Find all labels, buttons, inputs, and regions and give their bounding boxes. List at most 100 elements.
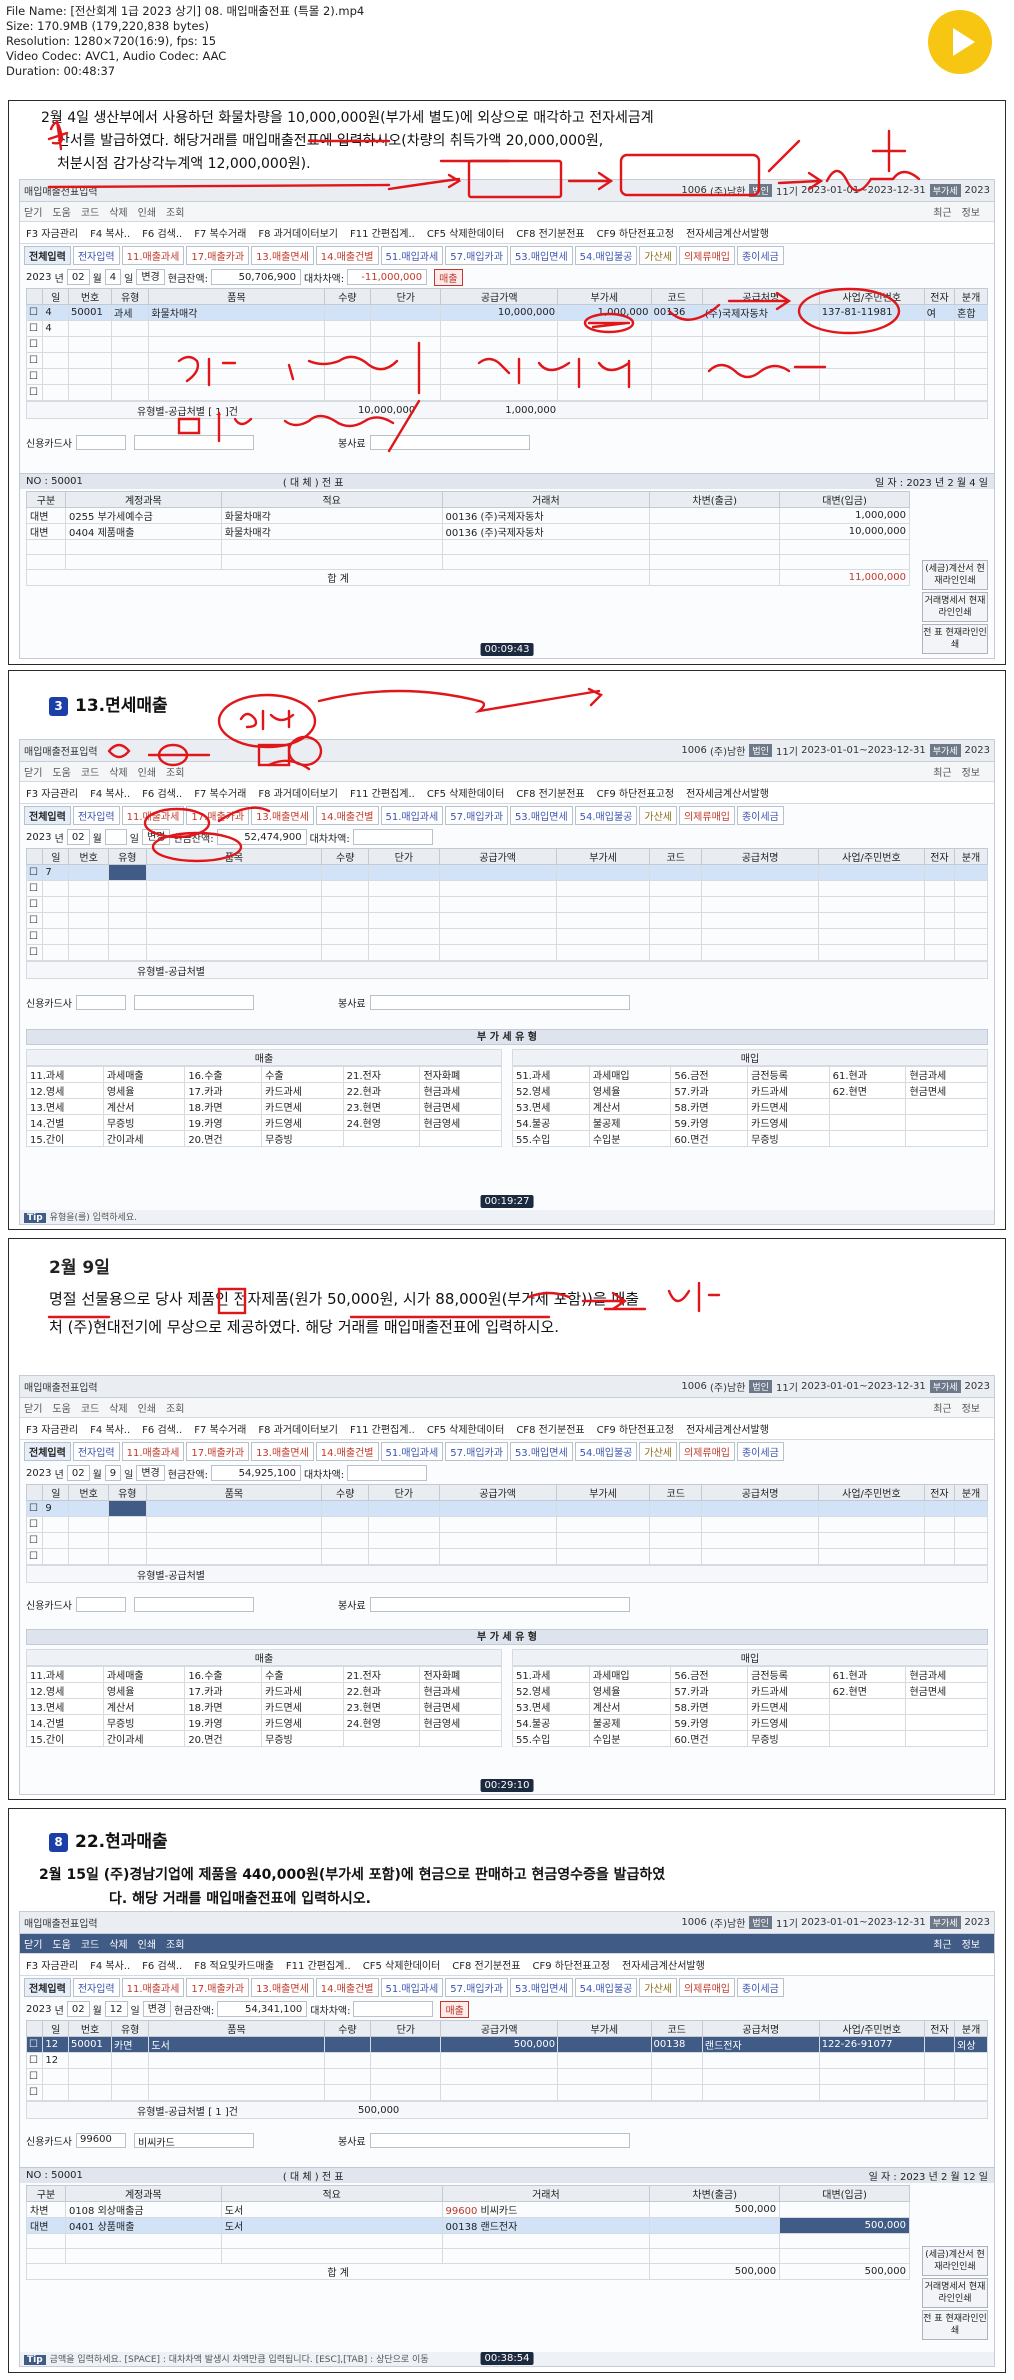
- month-select[interactable]: 02: [66, 829, 90, 845]
- fkey-f11[interactable]: F11 간편집계..: [350, 1421, 415, 1436]
- print-voucher-button[interactable]: 전 표 현재라인인쇄: [922, 624, 988, 654]
- table-row[interactable]: ☐: [25, 1548, 988, 1565]
- delete-button[interactable]: 삭제: [109, 764, 127, 779]
- e-invoice-button[interactable]: 전자세금계산서발행: [622, 1957, 705, 1972]
- tab-13[interactable]: 13.매출면세: [251, 1977, 314, 1997]
- tab-11[interactable]: 11.매출과세: [121, 805, 185, 825]
- voucher-row[interactable]: 대변 0404 제품매출 화물차매각 00136 (주)국제자동차 10,000,000: [26, 523, 910, 540]
- tab-paper[interactable]: 종이세금: [736, 805, 784, 825]
- tab-all[interactable]: 전체입력: [24, 245, 71, 265]
- fkey-f7[interactable]: F7 복수거래: [194, 225, 246, 240]
- vat-type-code[interactable]: 61.현과: [828, 1066, 907, 1083]
- tab-57[interactable]: 57.매입카과: [445, 805, 508, 825]
- vat-type-code[interactable]: 18.카면: [184, 1098, 263, 1115]
- vat-type-code[interactable]: 57.카과: [670, 1682, 749, 1699]
- service-input[interactable]: [369, 1596, 630, 1612]
- vat-type-code[interactable]: 23.현면: [342, 1098, 421, 1115]
- fkey-f8[interactable]: F8 적요및카드매출: [194, 1957, 274, 1972]
- card-code-input[interactable]: [76, 434, 126, 450]
- vat-type-code[interactable]: 24.현영: [342, 1114, 421, 1131]
- day-input[interactable]: 4: [104, 269, 122, 285]
- tab-13[interactable]: 13.매출면세: [251, 1441, 314, 1461]
- tab-all[interactable]: 전체입력: [24, 805, 71, 825]
- fkey-f4[interactable]: F4 복사..: [90, 785, 130, 800]
- e-invoice-button[interactable]: 전자세금계산서발행: [686, 225, 769, 240]
- table-row[interactable]: ☐: [25, 2084, 988, 2101]
- voucher-row[interactable]: 차변 0108 외상매출금 도서 99600 비씨카드 500,000: [26, 2201, 910, 2218]
- fkey-cf9[interactable]: CF9 하단전표고정: [597, 1421, 674, 1436]
- fkey-cf5[interactable]: CF5 삭제한데이터: [427, 1421, 504, 1436]
- tab-53[interactable]: 53.매입면세: [509, 1441, 573, 1461]
- tab-57[interactable]: 57.매입카과: [445, 1441, 508, 1461]
- help-button[interactable]: 도움: [52, 764, 70, 779]
- close-button[interactable]: 닫기: [24, 764, 42, 779]
- fkey-f6[interactable]: F6 검색..: [142, 1421, 182, 1436]
- card-name-input[interactable]: [134, 994, 254, 1010]
- vat-type-code[interactable]: 51.과세: [512, 1666, 590, 1683]
- tab-14[interactable]: 14.매출건별: [315, 1441, 379, 1461]
- tab-electronic[interactable]: 전자입력: [72, 1441, 120, 1461]
- vat-type-code[interactable]: 12.영세: [26, 1082, 104, 1099]
- card-code-input[interactable]: [76, 994, 126, 1010]
- vat-type-code[interactable]: 53.면세: [512, 1698, 590, 1715]
- fkey-f6[interactable]: F6 검색..: [142, 1957, 182, 1972]
- tab-paper[interactable]: 종이세금: [736, 245, 784, 265]
- table-row[interactable]: ☐: [25, 368, 988, 385]
- vat-type-code[interactable]: [342, 1730, 421, 1747]
- vat-type-code[interactable]: 60.면건: [670, 1130, 749, 1147]
- fkey-f11[interactable]: F11 간편집계..: [350, 785, 415, 800]
- table-row[interactable]: ☐: [25, 912, 988, 929]
- search-button[interactable]: 조회: [166, 1936, 184, 1951]
- vat-type-code[interactable]: 14.건별: [26, 1114, 104, 1131]
- tab-57[interactable]: 57.매입카과: [445, 1977, 508, 1997]
- vat-type-code[interactable]: 58.카면: [670, 1098, 749, 1115]
- tab-51[interactable]: 51.매입과세: [380, 1441, 444, 1461]
- search-button[interactable]: 조회: [166, 1400, 184, 1415]
- card-code-input[interactable]: 99600: [76, 2132, 126, 2148]
- vat-type-code[interactable]: 56.금전: [670, 1666, 749, 1683]
- tab-addtax[interactable]: 가산세: [639, 1441, 677, 1461]
- vat-type-code[interactable]: 52.영세: [512, 1682, 590, 1699]
- fkey-f3[interactable]: F3 자금관리: [26, 1957, 78, 1972]
- table-row[interactable]: ☐: [25, 1516, 988, 1533]
- month-select[interactable]: 02: [66, 1465, 90, 1481]
- tab-17[interactable]: 17.매출카과: [186, 1977, 250, 1997]
- fkey-cf8[interactable]: CF8 전기분전표: [452, 1957, 520, 1972]
- tab-all[interactable]: 전체입력: [24, 1977, 71, 1997]
- recent-button[interactable]: 최근: [933, 1400, 951, 1415]
- table-row[interactable]: ☐: [25, 352, 988, 369]
- change-button[interactable]: 변경: [142, 2001, 172, 2017]
- print-button[interactable]: 인쇄: [138, 204, 156, 219]
- vat-type-code[interactable]: 55.수입: [512, 1130, 590, 1147]
- recent-button[interactable]: 최근: [933, 1936, 951, 1951]
- table-row[interactable]: ☐: [25, 2068, 988, 2085]
- vat-type-code[interactable]: [828, 1730, 907, 1747]
- tab-54[interactable]: 54.매입불공: [574, 245, 638, 265]
- table-row[interactable]: ☐ 4: [25, 320, 988, 337]
- close-button[interactable]: 닫기: [24, 1936, 42, 1951]
- change-button[interactable]: 변경: [136, 269, 165, 285]
- fkey-cf9[interactable]: CF9 하단전표고정: [597, 225, 674, 240]
- table-row[interactable]: ☐: [25, 880, 988, 897]
- print-button[interactable]: 인쇄: [138, 1936, 156, 1951]
- vat-type-code[interactable]: 20.면건: [184, 1730, 263, 1747]
- table-row[interactable]: ☐: [25, 384, 988, 401]
- code-button[interactable]: 코드: [81, 1400, 99, 1415]
- vat-type-code[interactable]: 13.면세: [26, 1098, 104, 1115]
- tab-electronic[interactable]: 전자입력: [72, 1977, 120, 1997]
- service-input[interactable]: [369, 434, 530, 450]
- day-input[interactable]: 12: [104, 2001, 128, 2017]
- vat-type-code[interactable]: 17.카과: [184, 1682, 263, 1699]
- tab-deemed[interactable]: 의제류매입: [678, 805, 735, 825]
- tab-deemed[interactable]: 의제류매입: [678, 1977, 735, 1997]
- print-button[interactable]: 인쇄: [138, 1400, 156, 1415]
- vat-type-code[interactable]: 17.카과: [184, 1082, 263, 1099]
- fkey-f7[interactable]: F7 복수거래: [194, 1421, 246, 1436]
- vat-type-code[interactable]: 53.면세: [512, 1098, 590, 1115]
- table-row[interactable]: ☐: [25, 1532, 988, 1549]
- tab-13[interactable]: 13.매출면세: [251, 805, 314, 825]
- tab-addtax[interactable]: 가산세: [639, 805, 677, 825]
- fkey-cf5[interactable]: CF5 삭제한데이터: [363, 1957, 440, 1972]
- fkey-f3[interactable]: F3 자금관리: [26, 225, 78, 240]
- card-name-input[interactable]: [134, 1596, 254, 1612]
